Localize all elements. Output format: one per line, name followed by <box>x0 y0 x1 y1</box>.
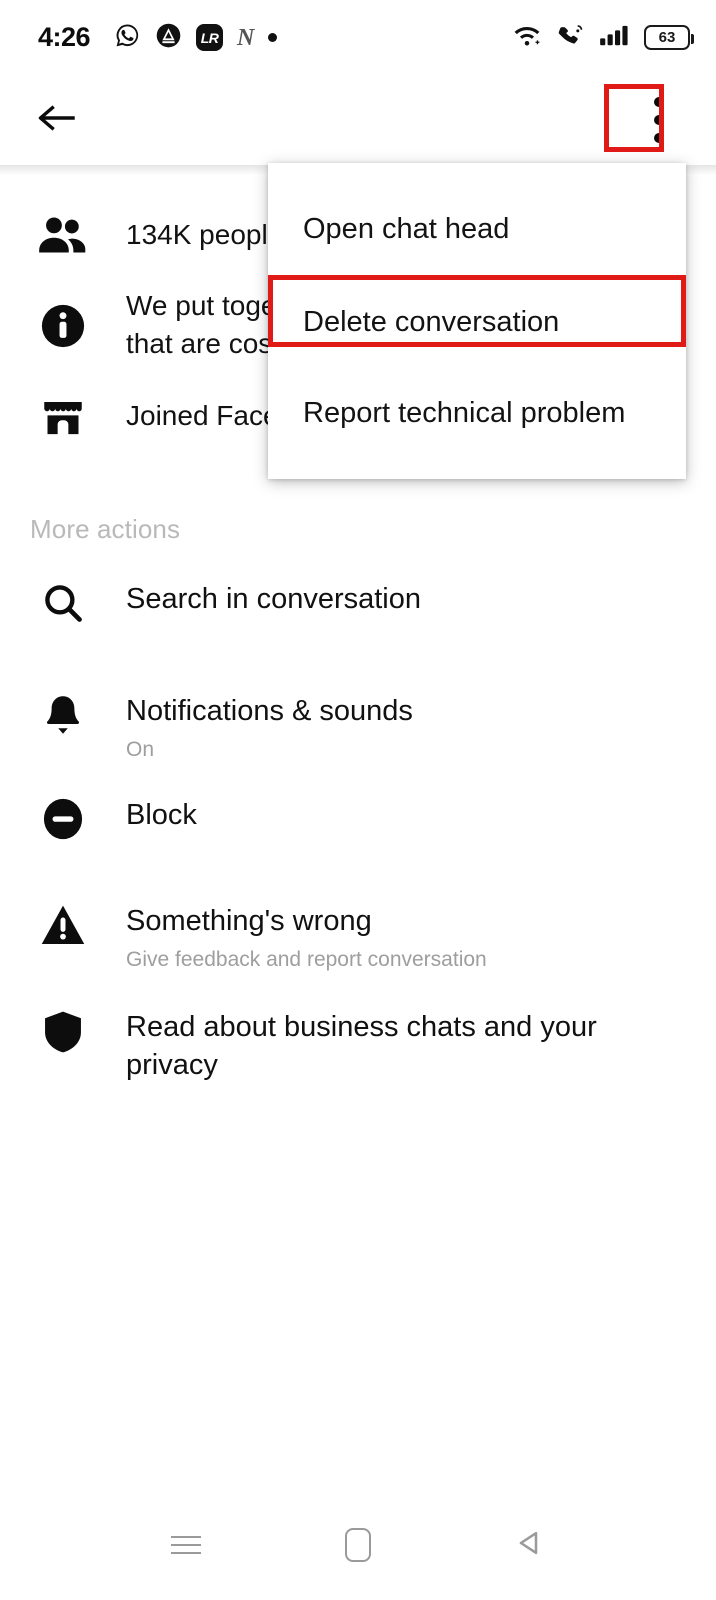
warning-triangle-icon <box>30 903 96 947</box>
action-body: Notifications & sounds On <box>96 693 686 763</box>
wifi-icon <box>511 22 543 53</box>
menu-item-open-chat-head[interactable]: Open chat head <box>268 193 686 265</box>
action-body: Read about business chats and your priva… <box>96 1009 686 1084</box>
nav-back-button[interactable] <box>490 1505 570 1585</box>
overflow-dropdown-menu: Open chat head Delete conversation Repor… <box>268 163 686 479</box>
block-circle-icon <box>30 797 96 841</box>
action-title: Block <box>126 799 197 832</box>
recents-icon <box>171 1530 201 1560</box>
action-title: Read about business chats and your priva… <box>126 1011 597 1081</box>
nav-recents-button[interactable] <box>146 1505 226 1585</box>
action-body: Search in conversation <box>96 581 686 619</box>
n-icon: N <box>237 24 255 51</box>
menu-item-delete-conversation[interactable]: Delete conversation <box>268 286 686 358</box>
overflow-menu-button[interactable] <box>630 87 688 153</box>
home-icon <box>345 1528 371 1562</box>
menu-item-report-technical-problem[interactable]: Report technical problem <box>268 377 686 449</box>
nav-back-triangle-icon <box>514 1527 546 1564</box>
section-label-more-actions: More actions <box>30 514 181 545</box>
lr-badge-icon: LR <box>196 24 224 51</box>
status-notification-icons: LR N <box>114 22 278 54</box>
action-body: Something's wrong Give feedback and repo… <box>96 903 686 973</box>
people-icon <box>30 215 96 255</box>
status-bar-right: 63 <box>511 22 694 53</box>
status-bar-left: 4:26 LR N <box>38 22 278 54</box>
arrow-left-icon <box>36 100 80 141</box>
battery-level-text: 63 <box>658 29 676 46</box>
action-title: Search in conversation <box>126 583 421 616</box>
action-row-somethings-wrong[interactable]: Something's wrong Give feedback and repo… <box>0 903 716 973</box>
nav-home-button[interactable] <box>318 1505 398 1585</box>
signal-bars-icon <box>599 22 631 53</box>
action-title: Something's wrong <box>126 905 372 938</box>
action-row-read-about-business-chats[interactable]: Read about business chats and your priva… <box>0 1009 716 1084</box>
back-button[interactable] <box>30 92 86 148</box>
dot-icon <box>268 33 278 42</box>
search-icon <box>30 581 96 625</box>
action-subtitle: Give feedback and report conversation <box>126 947 487 971</box>
storefront-icon <box>30 394 96 438</box>
action-row-block[interactable]: Block <box>0 797 716 859</box>
status-bar: 4:26 LR N 63 <box>0 0 716 75</box>
more-actions-list: Search in conversation Notifications & s… <box>0 581 716 1084</box>
action-title: Notifications & sounds <box>126 695 413 728</box>
more-vertical-icon <box>654 97 664 143</box>
whatsapp-icon <box>114 22 141 54</box>
action-body: Block <box>96 797 686 835</box>
status-clock: 4:26 <box>38 22 91 52</box>
phone-screen: 4:26 LR N 63 134K people like this We pu… <box>0 0 716 1600</box>
action-row-search-in-conversation[interactable]: Search in conversation <box>0 581 716 643</box>
battery-icon: 63 <box>644 25 694 50</box>
app-bar <box>0 75 716 165</box>
action-subtitle: On <box>126 737 155 761</box>
bell-icon <box>30 693 96 737</box>
android-nav-bar <box>0 1490 716 1600</box>
phone-call-icon <box>556 22 586 53</box>
shield-icon <box>30 1009 96 1055</box>
circle-triangle-icon <box>155 22 182 54</box>
action-row-notifications-and-sounds[interactable]: Notifications & sounds On <box>0 693 716 763</box>
info-circle-icon <box>30 301 96 349</box>
